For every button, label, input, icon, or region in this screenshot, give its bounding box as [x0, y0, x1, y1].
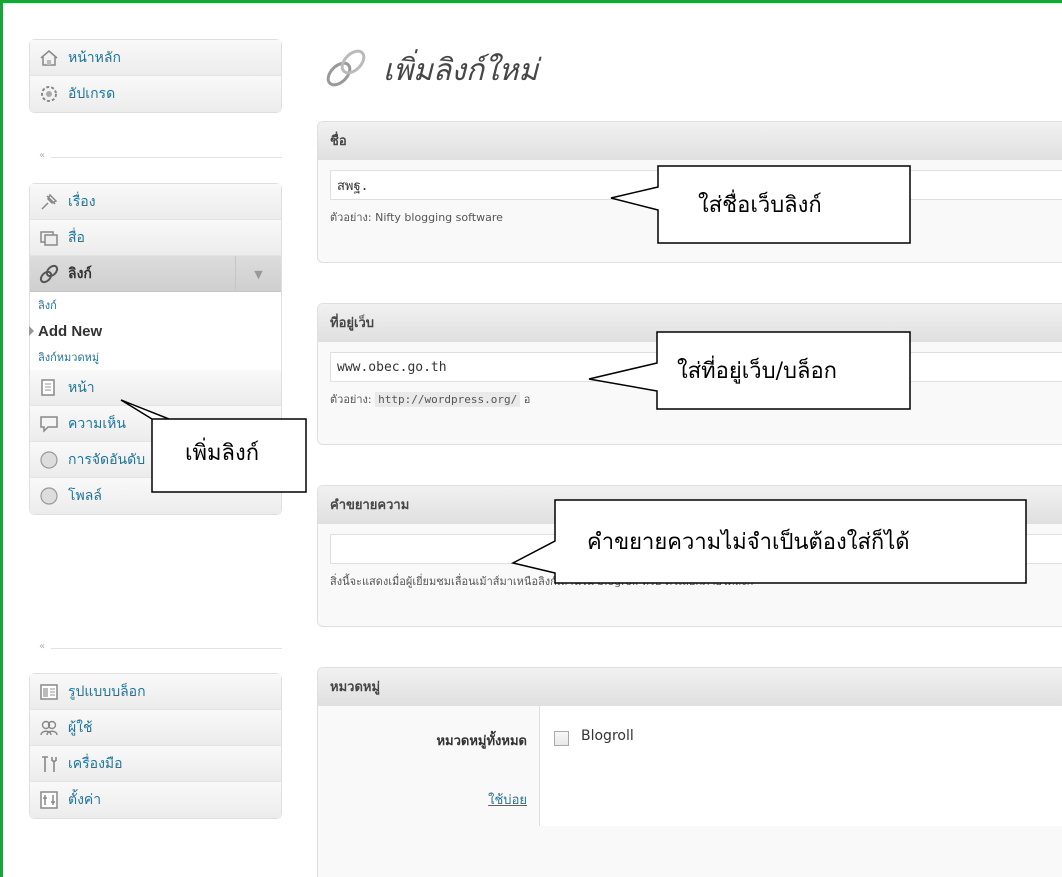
home-icon: [38, 47, 60, 69]
callout-url: ใส่ที่อยู่เว็บ/บล็อก: [581, 331, 913, 411]
sidebar-item-label: รูปแบบบล็อก: [68, 683, 146, 700]
sidebar-item-upgrade[interactable]: อัปเกรด: [30, 76, 281, 112]
sidebar-item-posts[interactable]: เรื่อง: [30, 184, 281, 220]
sidebar-collapse-separator[interactable]: «: [29, 641, 282, 654]
sidebar-item-label: หน้า: [68, 379, 95, 396]
sidebar-item-settings[interactable]: ตั้งค่า: [30, 782, 281, 818]
page-header: เพิ่มลิงก์ใหม่: [323, 46, 538, 94]
links-submenu: ลิงก์ Add New ลิงก์หมวดหมู่: [29, 292, 281, 370]
comment-icon: [38, 413, 60, 435]
sidebar-item-media[interactable]: สื่อ: [30, 220, 281, 256]
sidebar-group-dashboard: หน้าหลัก อัปเกรด: [29, 39, 282, 113]
callout-name: ใส่ชื่อเว็บลิงก์: [603, 165, 913, 245]
url-hint-prefix: ตัวอย่าง:: [330, 393, 372, 406]
sidebar-item-label: เครื่องมือ: [68, 755, 123, 772]
poll-icon: [38, 485, 60, 507]
sidebar-item-label: ตั้งค่า: [68, 792, 102, 808]
tab-all-categories[interactable]: หมวดหมู่ทั้งหมด: [318, 730, 527, 751]
category-list: Blogroll: [540, 706, 648, 826]
sidebar-item-label: อัปเกรด: [68, 86, 116, 102]
name-heading: ชื่อ: [318, 122, 1062, 160]
sidebar-item-home[interactable]: หน้าหลัก: [30, 40, 281, 76]
tab-most-used[interactable]: ใช้บ่อย: [318, 789, 527, 810]
sidebar-group-settings: รูปแบบบล็อก ผู้ใช้ เครื่องมือ ตั้งค่า: [29, 673, 282, 819]
blogroll-checkbox[interactable]: [554, 731, 569, 746]
category-tabs: หมวดหมู่ทั้งหมด ใช้บ่อย: [318, 706, 540, 826]
collapse-icon[interactable]: «: [39, 641, 45, 652]
page-title: เพิ่มลิงก์ใหม่: [383, 52, 539, 88]
link-icon: [323, 46, 369, 94]
sidebar-item-tools[interactable]: เครื่องมือ: [30, 746, 281, 782]
screenshot-frame: หน้าหลัก อัปเกรด « เรื่อง สื่อ ลิงก์ ▼ ล…: [0, 0, 1062, 877]
sidebar-item-label: สื่อ: [68, 229, 85, 246]
collapse-icon[interactable]: «: [39, 150, 45, 161]
page-icon: [38, 377, 60, 399]
callout-add-new: เพิ่มลิงก์: [113, 395, 309, 495]
url-hint-code: http://wordpress.org/: [375, 392, 521, 407]
callout-text: ใส่ชื่อเว็บลิงก์: [698, 193, 822, 218]
link-icon: [38, 263, 60, 285]
sidebar-item-label: โพลล์: [68, 488, 102, 504]
callout-description: คำขยายความไม่จำเป็นต้องใส่ก็ได้: [509, 499, 1029, 585]
settings-icon: [38, 789, 60, 811]
url-hint-suffix: อ: [523, 393, 531, 406]
upgrade-icon: [38, 83, 60, 105]
tools-icon: [38, 753, 60, 775]
rating-icon: [38, 449, 60, 471]
submenu-item-link-categories[interactable]: ลิงก์หมวดหมู่: [30, 344, 281, 370]
sidebar-links-menu: ลิงก์ ▼ ลิงก์ Add New ลิงก์หมวดหมู่: [29, 256, 281, 370]
sidebar-item-label: ผู้ใช้: [68, 719, 93, 736]
callout-text: เพิ่มลิงก์: [185, 441, 260, 466]
callout-text: คำขยายความไม่จำเป็นต้องใส่ก็ได้: [587, 530, 910, 555]
categories-box: หมวดหมู่ หมวดหมู่ทั้งหมด ใช้บ่อย Blogrol…: [317, 667, 1062, 877]
sidebar-item-label: เรื่อง: [68, 193, 96, 210]
appearance-icon: [38, 681, 60, 703]
sidebar-collapse-separator[interactable]: «: [29, 150, 282, 163]
submenu-item-add-new[interactable]: Add New: [29, 318, 281, 344]
sidebar-item-appearance[interactable]: รูปแบบบล็อก: [30, 674, 281, 710]
sidebar-item-label: หน้าหลัก: [68, 49, 121, 66]
sidebar-item-users[interactable]: ผู้ใช้: [30, 710, 281, 746]
sidebar-item-links[interactable]: ลิงก์ ▼: [30, 256, 281, 292]
media-icon: [38, 227, 60, 249]
pin-icon: [38, 191, 60, 213]
users-icon: [38, 717, 60, 739]
sidebar-item-label: ลิงก์: [68, 265, 92, 282]
categories-heading: หมวดหมู่: [318, 668, 1062, 706]
categories-panel: หมวดหมู่ทั้งหมด ใช้บ่อย Blogroll: [318, 706, 1062, 826]
callout-text: ใส่ที่อยู่เว็บ/บล็อก: [677, 359, 838, 384]
submenu-item-links[interactable]: ลิงก์: [30, 292, 281, 318]
chevron-down-icon[interactable]: ▼: [235, 256, 281, 292]
category-label: Blogroll: [581, 728, 634, 744]
